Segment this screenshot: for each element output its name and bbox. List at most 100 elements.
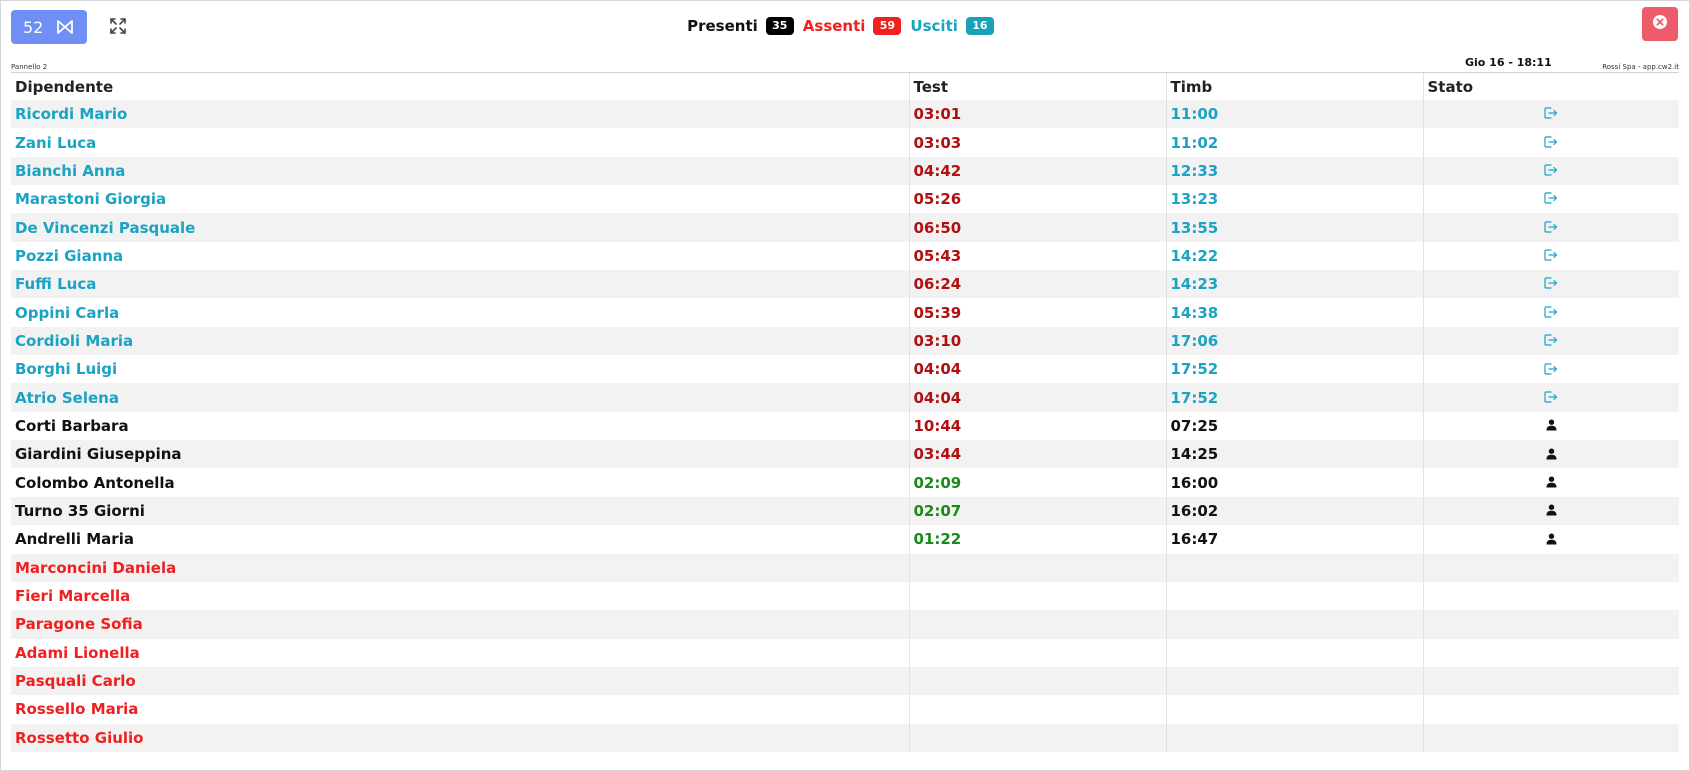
exit-door-icon (1544, 361, 1558, 379)
table-row[interactable]: Rossetto Giulio (11, 723, 1679, 752)
close-button[interactable] (1642, 7, 1678, 41)
table-row[interactable]: Cordioli Maria 03:10 17:06 (11, 326, 1679, 356)
clock-time: 14:38 (1165, 298, 1423, 327)
employee-name: Borghi Luigi (15, 360, 118, 379)
exit-door-icon (1544, 304, 1558, 322)
attendance-counters: Presenti 35 Assenti 59 Usciti 16 (0, 17, 1690, 35)
test-time: 05:43 (908, 241, 1166, 271)
clock-time (1165, 581, 1423, 611)
employee-name: Adami Lionella (15, 643, 140, 662)
clock-time: 16:00 (1165, 468, 1423, 497)
table-row[interactable]: Andrelli Maria 01:22 16:47 (11, 525, 1679, 554)
column-header-employee: Dipendente (15, 77, 114, 96)
clock-time: 16:47 (1165, 525, 1423, 554)
table-row[interactable]: Pozzi Gianna 05:43 14:22 (11, 241, 1679, 271)
table-row[interactable]: Fuffi Luca 06:24 14:23 (11, 270, 1679, 299)
test-time: 03:01 (908, 100, 1166, 129)
state-cell (1422, 638, 1679, 667)
state-cell (1422, 298, 1679, 327)
clock-time (1165, 723, 1423, 752)
clock-time: 12:33 (1165, 156, 1423, 186)
test-time (908, 666, 1166, 696)
table-row[interactable]: Paragone Sofia (11, 610, 1679, 639)
exit-door-icon (1544, 105, 1558, 123)
person-icon (1546, 417, 1557, 435)
state-cell (1422, 666, 1679, 696)
exit-door-icon (1544, 275, 1558, 293)
table-row[interactable]: Pasquali Carlo (11, 666, 1679, 696)
state-cell (1422, 525, 1679, 554)
employee-name: Paragone Sofia (15, 615, 143, 634)
exit-door-icon (1544, 332, 1558, 350)
table-row[interactable]: Fieri Marcella (11, 581, 1679, 611)
employee-name: Marastoni Giorgia (15, 190, 167, 209)
table-row[interactable]: Corti Barbara 10:44 07:25 (11, 411, 1679, 441)
absent-count-badge: 59 (873, 17, 902, 35)
test-time: 02:09 (908, 468, 1166, 497)
test-time: 03:03 (908, 128, 1166, 157)
state-cell (1422, 440, 1679, 469)
clock-time: 14:23 (1165, 270, 1423, 299)
table-row[interactable]: Turno 35 Giorni 02:07 16:02 (11, 496, 1679, 526)
table-row[interactable]: Oppini Carla 05:39 14:38 (11, 298, 1679, 327)
table-row[interactable]: Borghi Luigi 04:04 17:52 (11, 355, 1679, 384)
test-time: 02:07 (908, 496, 1166, 526)
table-row[interactable]: Marastoni Giorgia 05:26 13:23 (11, 185, 1679, 214)
test-time: 04:42 (908, 156, 1166, 186)
clock-time (1165, 553, 1423, 582)
table-row[interactable]: Ricordi Mario 03:01 11:00 (11, 100, 1679, 129)
person-icon (1546, 446, 1557, 464)
test-time (908, 638, 1166, 667)
table-row[interactable]: De Vincenzi Pasquale 06:50 13:55 (11, 213, 1679, 242)
employee-name: Andrelli Maria (15, 530, 134, 549)
state-cell (1422, 581, 1679, 611)
state-cell (1422, 156, 1679, 186)
attendance-table-wrapper: Dipendente Test Timb Stato Ricordi Mario… (11, 72, 1679, 752)
date-time: Gio 16 - 18:11 (1465, 56, 1552, 69)
exited-label: Usciti (910, 17, 958, 35)
clock-time: 07:25 (1165, 411, 1423, 441)
clock-time (1165, 610, 1423, 639)
test-time: 01:22 (908, 525, 1166, 554)
clock-time (1165, 666, 1423, 696)
table-row[interactable]: Atrio Selena 04:04 17:52 (11, 383, 1679, 412)
table-row[interactable]: Zani Luca 03:03 11:02 (11, 128, 1679, 157)
column-header-test: Test (908, 73, 1166, 100)
employee-name: Marconcini Daniela (15, 558, 177, 577)
test-time (908, 695, 1166, 724)
employee-name: Cordioli Maria (15, 331, 134, 350)
test-time: 04:04 (908, 355, 1166, 384)
panel-name: Pannello 2 (11, 63, 48, 71)
employee-name: Giardini Giuseppina (15, 445, 182, 464)
state-cell (1422, 128, 1679, 157)
clock-time: 13:55 (1165, 213, 1423, 242)
state-cell (1422, 326, 1679, 356)
test-time (908, 581, 1166, 611)
table-row[interactable]: Bianchi Anna 04:42 12:33 (11, 156, 1679, 186)
exit-door-icon (1544, 247, 1558, 265)
table-row[interactable]: Adami Lionella (11, 638, 1679, 667)
close-circle-icon (1652, 14, 1668, 34)
exit-door-icon (1544, 389, 1558, 407)
state-cell (1422, 185, 1679, 214)
table-header-row: Dipendente Test Timb Stato (11, 73, 1679, 100)
employee-name: Fuffi Luca (15, 275, 97, 294)
state-cell (1422, 723, 1679, 752)
employee-name: Bianchi Anna (15, 161, 126, 180)
employee-name: Atrio Selena (15, 388, 119, 407)
test-time: 03:10 (908, 326, 1166, 356)
employee-name: Rossetto Giulio (15, 728, 144, 747)
table-row[interactable]: Colombo Antonella 02:09 16:00 (11, 468, 1679, 497)
clock-time (1165, 695, 1423, 724)
table-row[interactable]: Rossello Maria (11, 695, 1679, 724)
table-row[interactable]: Giardini Giuseppina 03:44 14:25 (11, 440, 1679, 469)
test-time (908, 610, 1166, 639)
state-cell (1422, 468, 1679, 497)
test-time: 05:26 (908, 185, 1166, 214)
test-time: 04:04 (908, 383, 1166, 412)
employee-name: Pozzi Gianna (15, 246, 124, 265)
table-row[interactable]: Marconcini Daniela (11, 553, 1679, 582)
state-cell (1422, 695, 1679, 724)
exit-door-icon (1544, 162, 1558, 180)
clock-time: 14:25 (1165, 440, 1423, 469)
